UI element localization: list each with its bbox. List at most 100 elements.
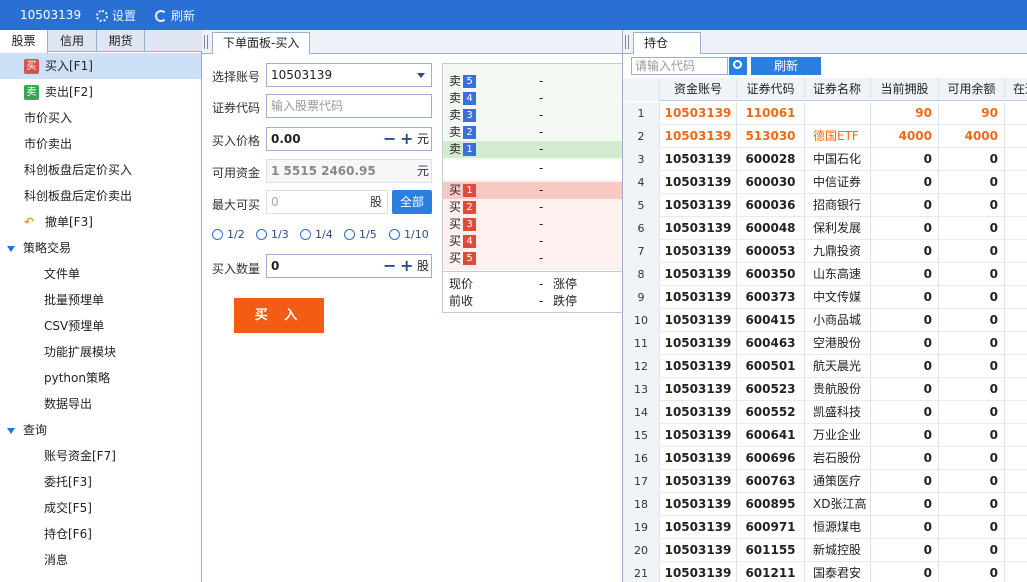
fraction-radio-2[interactable]: 1/3 (256, 228, 289, 241)
table-row[interactable]: 10 10503139 600415 小商品城 0 0 (623, 309, 1027, 332)
search-button[interactable] (729, 57, 747, 75)
price-increase-button[interactable]: + (400, 128, 413, 150)
row-name: 空港股份 (805, 332, 871, 355)
title-bar: 10503139 设置 刷新 (0, 0, 1027, 30)
price-input[interactable]: 0.00 − + 元 (266, 127, 432, 151)
buy-level-4[interactable]: 买4 - (443, 233, 625, 250)
fraction-radio-5[interactable]: 1/10 (389, 228, 429, 241)
price-decrease-button[interactable]: − (383, 128, 396, 150)
table-row[interactable]: 12 10503139 600501 航天晨光 0 0 (623, 355, 1027, 378)
table-row[interactable]: 13 10503139 600523 贵航股份 0 0 (623, 378, 1027, 401)
row-name: 中国石化 (805, 148, 871, 171)
nav-positions[interactable]: 持仓[F6] (0, 521, 201, 547)
fraction-label: 1/10 (404, 228, 429, 241)
buy-level-1[interactable]: 买1 - (443, 182, 625, 199)
tab-credit[interactable]: 信用 (48, 30, 97, 52)
tab-order-panel-buy[interactable]: 下单面板-买入 (212, 32, 311, 54)
sell-level-3[interactable]: 卖3 - (443, 107, 625, 124)
account-label: 选择账号 (212, 70, 261, 84)
code-input[interactable]: 输入股票代码 (266, 94, 432, 118)
row-available: 0 (939, 309, 1005, 332)
refresh-icon (155, 9, 167, 22)
row-name: 航天晨光 (805, 355, 871, 378)
table-row[interactable]: 5 10503139 600036 招商银行 0 0 (623, 194, 1027, 217)
nav-python-strategy[interactable]: python策略 (0, 365, 201, 391)
table-row[interactable]: 8 10503139 600350 山东高速 0 0 (623, 263, 1027, 286)
row-name: 通策医疗 (805, 470, 871, 493)
refresh-button[interactable]: 刷新 (155, 7, 195, 24)
nav-trades[interactable]: 成交[F5] (0, 495, 201, 521)
buy-level-3[interactable]: 买3 - (443, 216, 625, 233)
table-row[interactable]: 21 10503139 601211 国泰君安 0 0 (623, 562, 1027, 582)
fraction-radio-4[interactable]: 1/5 (344, 228, 377, 241)
sell-level-2[interactable]: 卖2 - (443, 124, 625, 141)
header-code[interactable]: 证券代码 (737, 78, 805, 101)
table-row[interactable]: 11 10503139 600463 空港股份 0 0 (623, 332, 1027, 355)
table-row[interactable]: 4 10503139 600030 中信证券 0 0 (623, 171, 1027, 194)
table-row[interactable]: 9 10503139 600373 中文传媒 0 0 (623, 286, 1027, 309)
qty-input[interactable]: 0 − + 股 (266, 254, 432, 278)
nav-market-sell[interactable]: 市价卖出 (0, 131, 201, 157)
code-search-input[interactable]: 请输入代码 (631, 57, 728, 75)
nav-extension[interactable]: 功能扩展模块 (0, 339, 201, 365)
buy-level-5[interactable]: 买5 - (443, 250, 625, 267)
table-row[interactable]: 20 10503139 601155 新城控股 0 0 (623, 539, 1027, 562)
sell-level-4[interactable]: 卖4 - (443, 90, 625, 107)
qty-increase-button[interactable]: + (400, 255, 413, 277)
nav-star-after-sell[interactable]: 科创板盘后定价卖出 (0, 183, 201, 209)
nav-buy[interactable]: 买买入[F1] (0, 53, 201, 79)
table-row[interactable]: 17 10503139 600763 通策医疗 0 0 (623, 470, 1027, 493)
sell-level-1[interactable]: 卖1 - (443, 141, 625, 158)
sell-label: 卖 (449, 74, 462, 88)
row-in-transit (1005, 378, 1027, 401)
table-row[interactable]: 16 10503139 600696 岩石股份 0 0 (623, 447, 1027, 470)
max-buy-value: 0 (271, 195, 279, 209)
nav-batch-preorder[interactable]: 批量预埋单 (0, 287, 201, 313)
table-row[interactable]: 6 10503139 600048 保利发展 0 0 (623, 217, 1027, 240)
table-row[interactable]: 2 10503139 513030 德国ETF 4000 4000 (623, 125, 1027, 148)
qty-decrease-button[interactable]: − (383, 255, 396, 277)
nav-file-order[interactable]: 文件单 (0, 261, 201, 287)
drag-handle[interactable] (625, 35, 629, 49)
nav-account-funds[interactable]: 账号资金[F7] (0, 443, 201, 469)
table-row[interactable]: 7 10503139 600053 九鼎投资 0 0 (623, 240, 1027, 263)
account-select[interactable]: 10503139 (266, 63, 432, 87)
nav-market-buy[interactable]: 市价买入 (0, 105, 201, 131)
nav-messages[interactable]: 消息 (0, 547, 201, 573)
buy-level-2[interactable]: 买2 - (443, 199, 625, 216)
fraction-radio-3[interactable]: 1/4 (300, 228, 333, 241)
nav-data-export[interactable]: 数据导出 (0, 391, 201, 417)
buy-button[interactable]: 买 入 (234, 298, 324, 333)
nav-group-query[interactable]: 查询 (0, 417, 201, 443)
nav-csv-preorder[interactable]: CSV预埋单 (0, 313, 201, 339)
table-row[interactable]: 1 10503139 110061 90 90 (623, 102, 1027, 125)
table-row[interactable]: 3 10503139 600028 中国石化 0 0 (623, 148, 1027, 171)
header-name[interactable]: 证券名称 (805, 78, 871, 101)
nav-cancel[interactable]: ↶ 撤单[F3] (0, 209, 201, 235)
table-row[interactable]: 18 10503139 600895 XD张江高 0 0 (623, 493, 1027, 516)
nav-sell[interactable]: 卖卖出[F2] (0, 79, 201, 105)
table-row[interactable]: 15 10503139 600641 万业企业 0 0 (623, 424, 1027, 447)
all-button[interactable]: 全部 (392, 190, 432, 214)
tab-futures[interactable]: 期货 (97, 30, 145, 52)
row-in-transit (1005, 355, 1027, 378)
table-row[interactable]: 14 10503139 600552 凯盛科技 0 0 (623, 401, 1027, 424)
fraction-radio-1[interactable]: 1/2 (212, 228, 245, 241)
header-in-transit[interactable]: 在途 (1005, 78, 1027, 101)
row-name (805, 102, 871, 125)
row-in-transit (1005, 125, 1027, 148)
sell-level-5[interactable]: 卖5 - (443, 73, 625, 90)
table-row[interactable]: 19 10503139 600971 恒源煤电 0 0 (623, 516, 1027, 539)
drag-handle[interactable] (204, 35, 208, 49)
nav-star-after-buy[interactable]: 科创板盘后定价买入 (0, 157, 201, 183)
header-account[interactable]: 资金账号 (660, 78, 737, 101)
funds-unit: 元 (417, 164, 430, 178)
refresh-positions-button[interactable]: 刷新 (751, 57, 821, 75)
nav-orders[interactable]: 委托[F3] (0, 469, 201, 495)
nav-group-strategy[interactable]: 策略交易 (0, 235, 201, 261)
tab-positions[interactable]: 持仓 (633, 32, 701, 54)
tab-stock[interactable]: 股票 (0, 30, 48, 53)
header-holding[interactable]: 当前拥股 (871, 78, 939, 101)
settings-button[interactable]: 设置 (96, 7, 136, 24)
header-available[interactable]: 可用余额 (939, 78, 1005, 101)
